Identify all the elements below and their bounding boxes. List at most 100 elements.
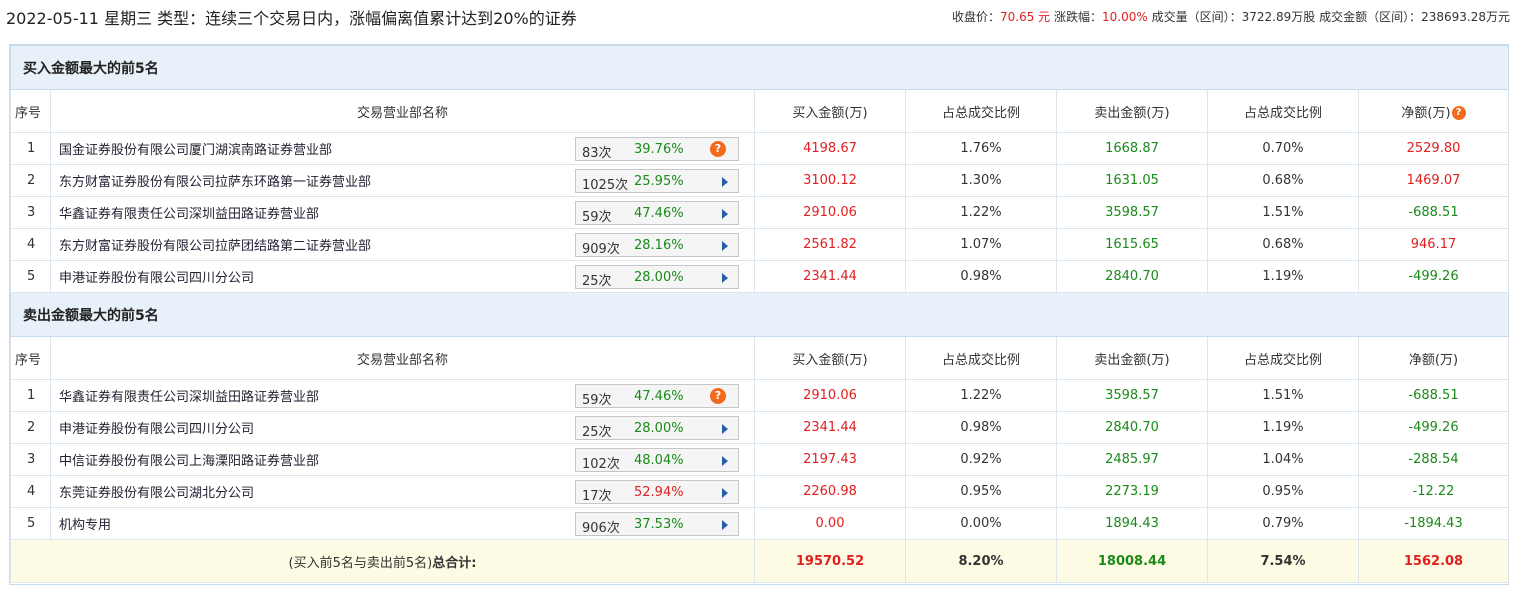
total-buy-ratio: 8.20% (905, 539, 1057, 583)
buy-amount: 3100.12 (754, 164, 906, 197)
total-sell-ratio: 7.54% (1207, 539, 1359, 583)
change-value: 10.00% (1102, 10, 1148, 24)
col-idx: 序号 (10, 89, 51, 133)
broker-name[interactable]: 东方财富证券股份有限公司拉萨东环路第一证券营业部 (59, 171, 371, 190)
column-header-row: 序号 交易营业部名称 买入金额(万) 占总成交比例 卖出金额(万) 占总成交比例… (10, 336, 1509, 380)
question-mark-icon[interactable]: ? (1451, 105, 1466, 120)
row-index: 3 (10, 196, 51, 229)
question-mark-icon[interactable]: ? (710, 388, 726, 404)
buy-amount: 2561.82 (754, 228, 906, 261)
sell-ratio: 0.79% (1207, 507, 1359, 540)
win-ratio: 28.00% (634, 270, 684, 285)
broker-name[interactable]: 国金证券股份有限公司厦门湖滨南路证券营业部 (59, 139, 332, 158)
col-buy-pct: 占总成交比例 (905, 336, 1057, 380)
broker-stat-pill[interactable]: 906次 37.53% (575, 512, 739, 536)
net-amount: -288.54 (1358, 443, 1509, 476)
triangle-right-icon[interactable] (722, 209, 728, 219)
net-amount: -499.26 (1358, 260, 1509, 293)
page-title: 2022-05-11 星期三 类型：连续三个交易日内，涨幅偏离值累计达到20%的… (6, 9, 577, 28)
table-row: 5 申港证券股份有限公司四川分公司 25次 28.00% 2341.44 0.9… (10, 260, 1509, 293)
table-row: 1 国金证券股份有限公司厦门湖滨南路证券营业部 83次 39.76% ? 419… (10, 132, 1509, 165)
broker-name[interactable]: 中信证券股份有限公司上海溧阳路证券营业部 (59, 450, 319, 469)
col-sell: 卖出金额(万) (1056, 336, 1208, 380)
col-sell-pct: 占总成交比例 (1207, 89, 1359, 133)
row-index: 3 (10, 443, 51, 476)
triangle-right-icon[interactable] (722, 488, 728, 498)
buy-ratio: 1.07% (905, 228, 1057, 261)
broker-cell: 机构专用 906次 37.53% (50, 507, 755, 540)
buy-ratio: 0.98% (905, 260, 1057, 293)
broker-stat-pill[interactable]: 102次 48.04% (575, 448, 739, 472)
broker-stat-pill[interactable]: 1025次 25.95% (575, 169, 739, 193)
broker-stat-pill[interactable]: 25次 28.00% (575, 416, 739, 440)
win-ratio: 47.46% (634, 206, 684, 221)
broker-name[interactable]: 申港证券股份有限公司四川分公司 (59, 267, 254, 286)
sell-amount: 2840.70 (1056, 411, 1208, 444)
broker-name[interactable]: 东方财富证券股份有限公司拉萨团结路第二证券营业部 (59, 235, 371, 254)
row-index: 4 (10, 228, 51, 261)
column-header-row: 序号 交易营业部名称 买入金额(万) 占总成交比例 卖出金额(万) 占总成交比例… (10, 89, 1509, 133)
buy-amount: 2910.06 (754, 196, 906, 229)
broker-name[interactable]: 东莞证券股份有限公司湖北分公司 (59, 482, 254, 501)
header-bar: 2022-05-11 星期三 类型：连续三个交易日内，涨幅偏离值累计达到20%的… (0, 0, 1518, 34)
win-ratio: 37.53% (634, 517, 684, 532)
total-label-prefix: (买入前5名与卖出前5名) (288, 555, 433, 571)
row-index: 5 (10, 260, 51, 293)
row-index: 2 (10, 411, 51, 444)
sell-amount: 2485.97 (1056, 443, 1208, 476)
listed-count: 25次 (582, 274, 612, 289)
buy-section-title: 买入金额最大的前5名 (10, 45, 1509, 90)
broker-stat-pill[interactable]: 83次 39.76% ? (575, 137, 739, 161)
broker-name[interactable]: 机构专用 (59, 514, 111, 533)
triangle-right-icon[interactable] (722, 241, 728, 251)
sell-ratio: 0.68% (1207, 228, 1359, 261)
net-amount: 1469.07 (1358, 164, 1509, 197)
sell-section-title: 卖出金额最大的前5名 (10, 292, 1509, 337)
sell-amount: 1631.05 (1056, 164, 1208, 197)
table-row: 2 申港证券股份有限公司四川分公司 25次 28.00% 2341.44 0.9… (10, 411, 1509, 444)
row-index: 5 (10, 507, 51, 540)
question-mark-icon[interactable]: ? (710, 141, 726, 157)
broker-stat-pill[interactable]: 909次 28.16% (575, 233, 739, 257)
broker-stat-pill[interactable]: 25次 28.00% (575, 265, 739, 289)
triangle-right-icon[interactable] (722, 424, 728, 434)
listed-count: 1025次 (582, 178, 629, 193)
sell-ratio: 1.51% (1207, 379, 1359, 412)
triangle-right-icon[interactable] (722, 177, 728, 187)
sell-ratio: 1.19% (1207, 260, 1359, 293)
buy-ratio: 0.98% (905, 411, 1057, 444)
volume-label: 成交量（区间）： (1151, 10, 1242, 24)
total-label: (买入前5名与卖出前5名)总合计: (10, 539, 755, 583)
total-sell: 18008.44 (1056, 539, 1208, 583)
broker-cell: 东方财富证券股份有限公司拉萨团结路第二证券营业部 909次 28.16% (50, 228, 755, 261)
col-buy: 买入金额(万) (754, 336, 906, 380)
buy-amount: 2910.06 (754, 379, 906, 412)
buy-section-header: 买入金额最大的前5名 (10, 45, 1509, 90)
total-label-bold: 总合计: (432, 555, 477, 571)
broker-cell: 东莞证券股份有限公司湖北分公司 17次 52.94% (50, 475, 755, 508)
triangle-right-icon[interactable] (722, 456, 728, 466)
listed-count: 909次 (582, 242, 620, 257)
sell-amount: 2840.70 (1056, 260, 1208, 293)
win-ratio: 28.00% (634, 421, 684, 436)
net-amount: 2529.80 (1358, 132, 1509, 165)
broker-stat-pill[interactable]: 17次 52.94% (575, 480, 739, 504)
listed-count: 102次 (582, 457, 620, 472)
sell-ratio: 0.95% (1207, 475, 1359, 508)
broker-name[interactable]: 华鑫证券有限责任公司深圳益田路证券营业部 (59, 386, 319, 405)
broker-stat-pill[interactable]: 59次 47.46% (575, 201, 739, 225)
sell-amount: 1615.65 (1056, 228, 1208, 261)
triangle-right-icon[interactable] (722, 273, 728, 283)
buy-amount: 2197.43 (754, 443, 906, 476)
broker-name[interactable]: 华鑫证券有限责任公司深圳益田路证券营业部 (59, 203, 319, 222)
broker-cell: 华鑫证券有限责任公司深圳益田路证券营业部 59次 47.46% (50, 196, 755, 229)
table-row: 1 华鑫证券有限责任公司深圳益田路证券营业部 59次 47.46% ? 2910… (10, 379, 1509, 412)
total-row: (买入前5名与卖出前5名)总合计: 19570.52 8.20% 18008.4… (10, 539, 1509, 583)
total-buy: 19570.52 (754, 539, 906, 583)
close-value: 70.65 元 (1000, 10, 1051, 24)
broker-name[interactable]: 申港证券股份有限公司四川分公司 (59, 418, 254, 437)
buy-ratio: 1.22% (905, 196, 1057, 229)
broker-stat-pill[interactable]: 59次 47.46% ? (575, 384, 739, 408)
sell-amount: 1668.87 (1056, 132, 1208, 165)
triangle-right-icon[interactable] (722, 520, 728, 530)
